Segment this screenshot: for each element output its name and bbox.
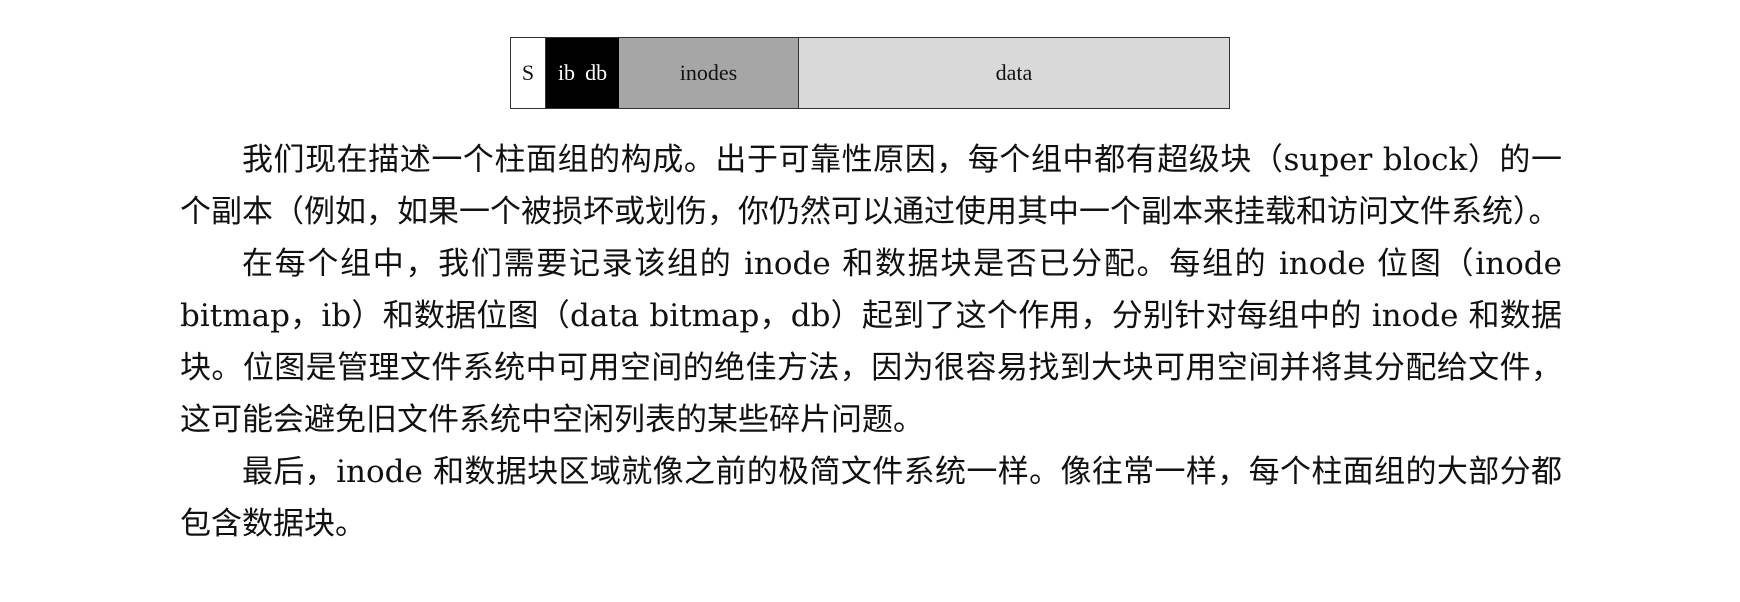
- superblock-segment: S: [511, 38, 546, 108]
- inodes-segment: inodes: [619, 38, 799, 108]
- paragraph-data-blocks: 最后，inode 和数据块区域就像之前的极简文件系统一样。像往常一样，每个柱面组…: [180, 454, 1562, 542]
- body-text: 我们现在描述一个柱面组的构成。出于可靠性原因，每个组中都有超级块（super b…: [180, 134, 1562, 550]
- data-label: data: [995, 60, 1033, 85]
- inode-bitmap-label: ib: [557, 60, 576, 85]
- data-bitmap-label: db: [585, 60, 608, 85]
- bitmaps-segment: ib db: [546, 38, 619, 108]
- paragraph-bitmaps: 在每个组中，我们需要记录该组的 inode 和数据块是否已分配。每组的 inod…: [180, 246, 1562, 438]
- superblock-label: S: [521, 60, 535, 85]
- paragraph-superblock: 我们现在描述一个柱面组的构成。出于可靠性原因，每个组中都有超级块（super b…: [180, 142, 1562, 230]
- inodes-label: inodes: [679, 60, 738, 85]
- cylinder-group-layout-diagram: S ib db inodes data: [510, 37, 1230, 109]
- data-segment: data: [799, 38, 1229, 108]
